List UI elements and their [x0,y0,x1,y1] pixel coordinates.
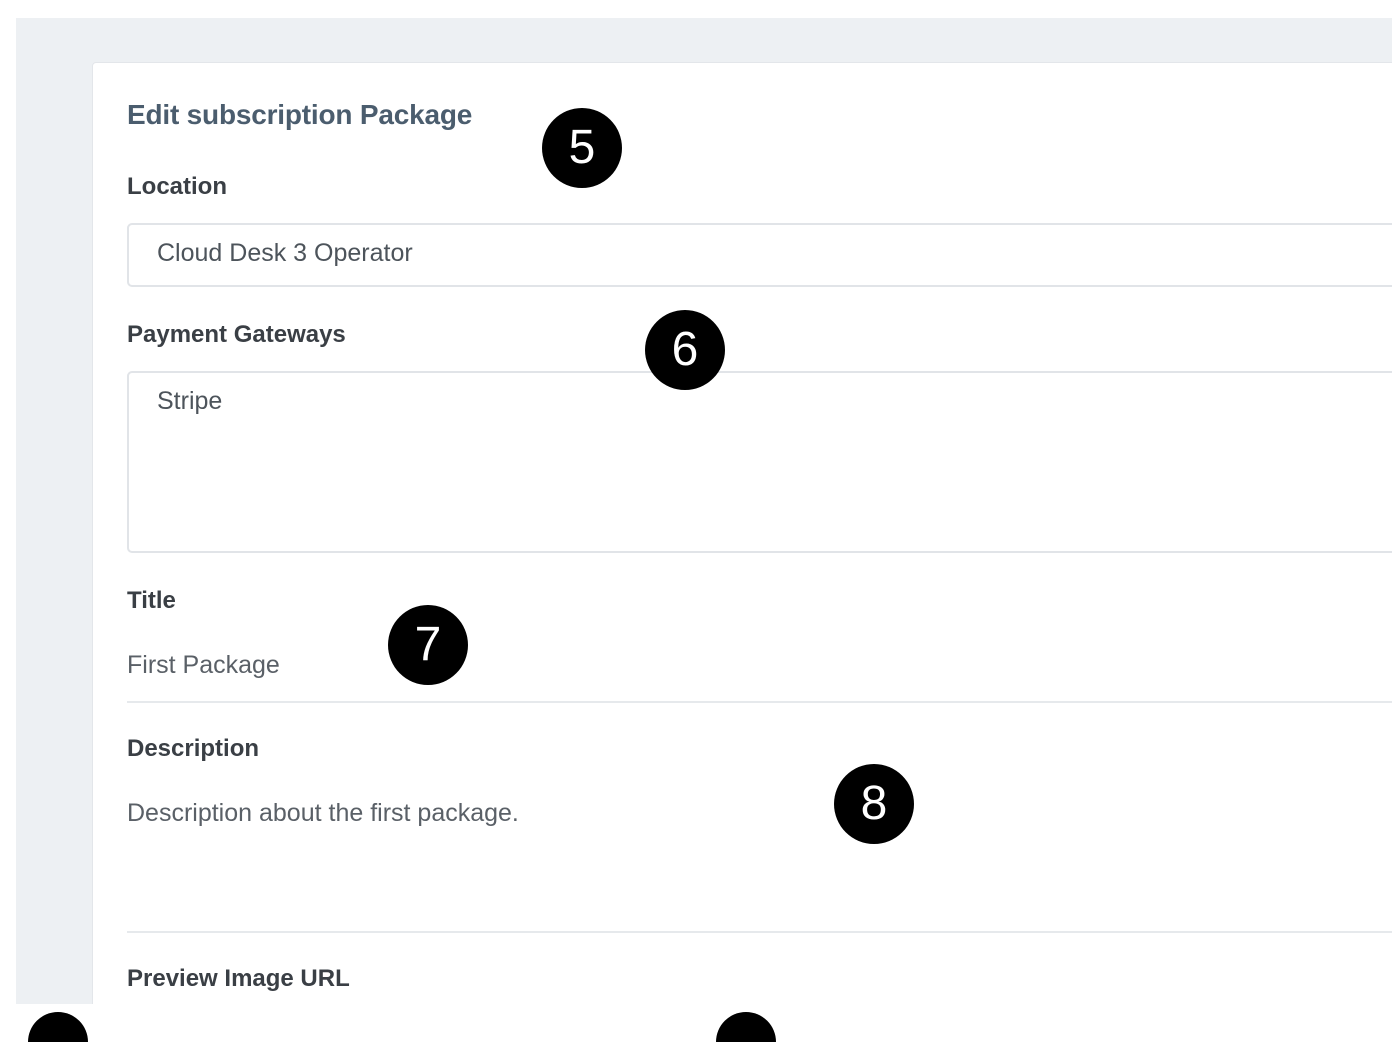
page-title: Edit subscription Package [127,99,473,130]
callout-badge: 8 [834,764,914,844]
location-label: Location [127,173,227,200]
title-input-value: First Package [127,651,280,679]
callout-badge: 5 [542,108,622,188]
page-background: Edit subscription Package Location Cloud… [16,18,1392,1004]
description-textarea[interactable]: Description about the first package. [127,799,1392,933]
description-label: Description [127,735,260,762]
payment-gateway-option[interactable]: Stripe [157,387,1392,416]
title-label: Title [127,587,176,614]
location-select[interactable]: Cloud Desk 3 Operator [127,223,1392,287]
preview-image-url-label: Preview Image URL [127,965,350,992]
edit-package-card: Edit subscription Package Location Cloud… [92,62,1392,1004]
title-input[interactable]: First Package [127,651,1392,703]
callout-badge: 6 [645,310,725,390]
callout-badge-partial [716,1012,776,1042]
location-select-value: Cloud Desk 3 Operator [157,239,413,267]
callout-badge-partial [28,1012,88,1042]
description-textarea-value: Description about the first package. [127,799,519,827]
callout-badge: 7 [388,605,468,685]
payment-gateways-multiselect[interactable]: Stripe [127,371,1392,553]
payment-gateways-label: Payment Gateways [127,321,346,348]
